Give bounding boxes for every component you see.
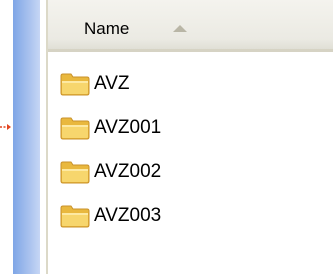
folder-icon xyxy=(60,205,90,228)
folder-icon xyxy=(60,73,90,96)
navigation-pane-strip xyxy=(13,0,40,274)
file-browser-window: Name AVZ AVZ001 AVZ002 AVZ003 xyxy=(0,0,333,274)
folder-item-avz002[interactable]: AVZ002 xyxy=(60,150,161,194)
column-header-label: Name xyxy=(84,19,130,38)
folder-label: AVZ001 xyxy=(94,117,162,138)
sort-ascending-icon xyxy=(173,25,187,32)
folder-item-avz001[interactable]: AVZ001 xyxy=(60,106,161,150)
folder-list: AVZ AVZ001 AVZ002 AVZ003 xyxy=(60,62,161,238)
column-header-name[interactable]: Name xyxy=(48,0,333,52)
folder-icon xyxy=(60,117,90,140)
folder-label: AVZ003 xyxy=(94,205,162,226)
red-arrow-pointer-icon xyxy=(0,124,11,130)
folder-icon xyxy=(60,161,90,184)
folder-label: AVZ xyxy=(94,73,130,94)
folder-item-avz[interactable]: AVZ xyxy=(60,62,161,106)
folder-item-avz003[interactable]: AVZ003 xyxy=(60,194,161,238)
folder-label: AVZ002 xyxy=(94,161,162,182)
navigation-pane xyxy=(0,0,40,274)
